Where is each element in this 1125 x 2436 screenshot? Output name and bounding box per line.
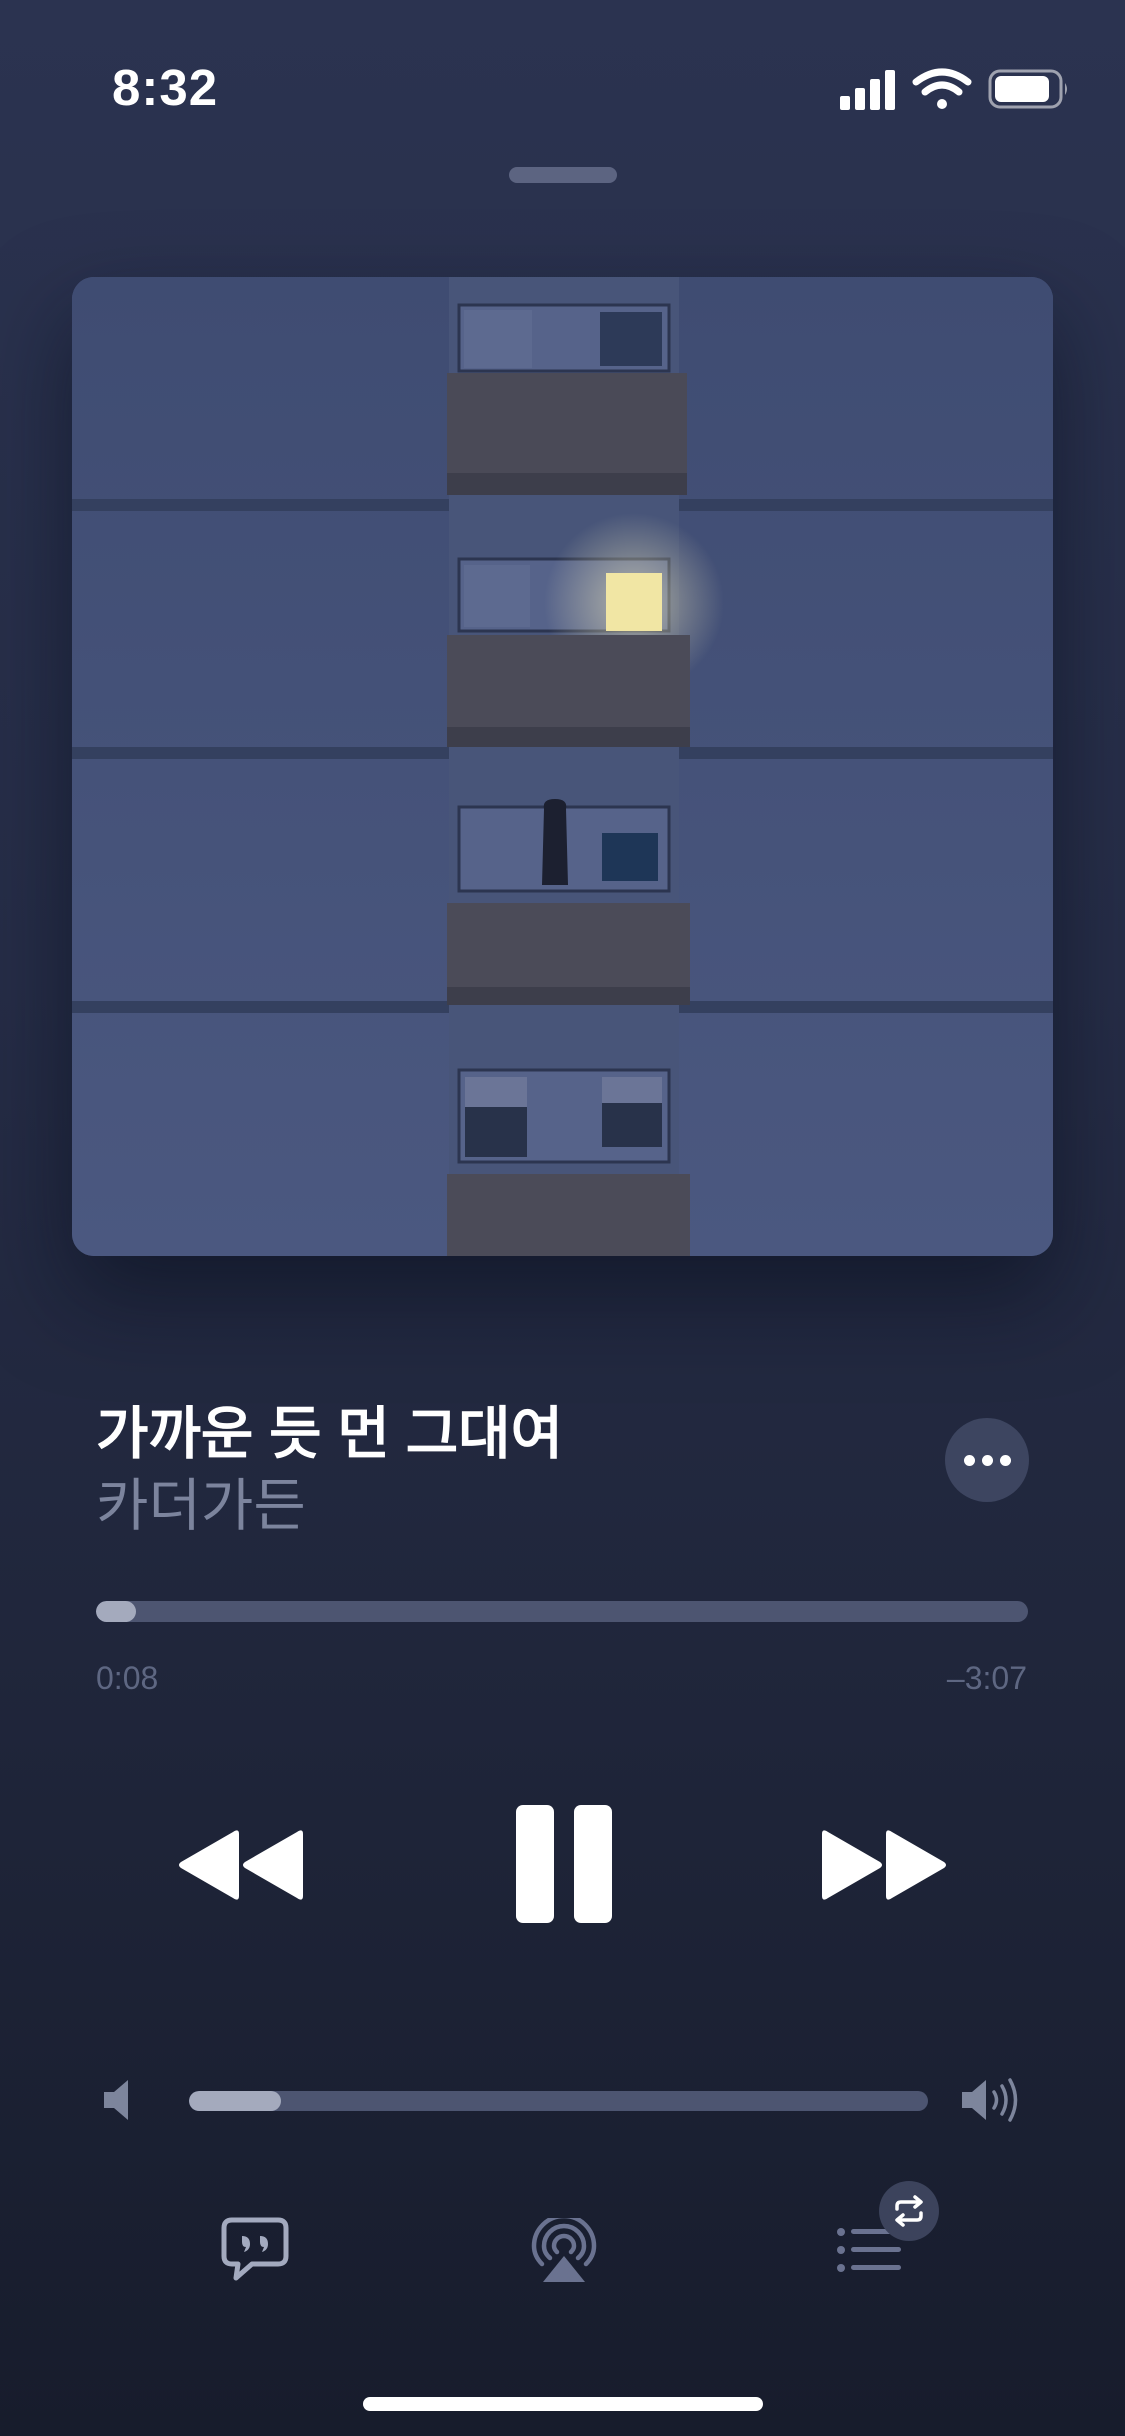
sheet-grabber[interactable] — [509, 167, 617, 183]
status-time: 8:32 — [112, 59, 219, 116]
cellular-signal-icon — [840, 70, 895, 110]
track-title: 가까운 듯 먼 그대여 — [96, 1402, 564, 1466]
lyrics-button[interactable] — [218, 2212, 292, 2286]
rewind-button[interactable] — [165, 1815, 315, 1915]
battery-icon — [988, 69, 1067, 109]
airplay-icon — [531, 2218, 597, 2282]
fast-forward-icon — [822, 1830, 946, 1900]
more-options-button[interactable] — [945, 1418, 1029, 1502]
repeat-button[interactable] — [879, 2181, 939, 2241]
volume-low-icon — [100, 2078, 140, 2122]
volume-slider[interactable] — [189, 2091, 928, 2111]
remaining-time: –3:07 — [946, 1660, 1027, 1696]
rewind-icon — [179, 1830, 303, 1900]
pause-button[interactable] — [500, 1795, 628, 1933]
airplay-button[interactable] — [525, 2212, 603, 2290]
home-indicator[interactable] — [363, 2397, 763, 2411]
playback-scrubber[interactable] — [96, 1601, 1028, 1622]
volume-high-icon — [960, 2076, 1022, 2124]
track-artist[interactable]: 카더가든 — [96, 1460, 306, 1542]
playback-progress-fill — [96, 1601, 137, 1622]
elapsed-time: 0:08 — [96, 1660, 159, 1696]
album-artwork — [72, 277, 1053, 1256]
status-icons — [838, 64, 1070, 114]
volume-level-fill — [189, 2091, 282, 2111]
wifi-icon — [912, 68, 972, 109]
fast-forward-button[interactable] — [810, 1815, 960, 1915]
pause-icon — [516, 1805, 612, 1923]
repeat-icon — [895, 2195, 923, 2227]
more-icon — [963, 1454, 975, 1466]
lyrics-icon — [221, 2217, 289, 2281]
